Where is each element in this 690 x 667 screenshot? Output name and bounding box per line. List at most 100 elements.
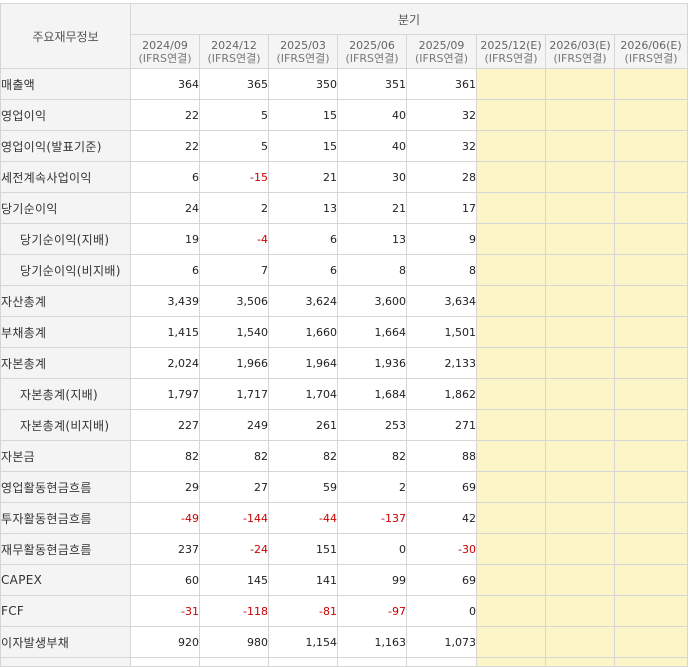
partial-cell	[199, 657, 269, 667]
row-label[interactable]: 자본총계(비지배)	[0, 409, 131, 441]
value-cell: 3,600	[337, 285, 407, 317]
period-date: 2026/03(E)	[549, 38, 611, 52]
row-label[interactable]: FCF	[0, 595, 131, 627]
row-label[interactable]: 당기순이익(지배)	[0, 223, 131, 255]
estimate-cell	[476, 130, 546, 162]
value-cell: 361	[406, 68, 477, 100]
value-cell: 82	[130, 440, 200, 472]
value-cell: 27	[199, 471, 269, 503]
table-row: 영업활동현금흐름 29 27 59 2 69	[0, 471, 689, 503]
value-cell: 2,024	[130, 347, 200, 379]
period-header[interactable]: 2026/03(E) (IFRS연결)	[545, 34, 615, 69]
value-cell: 8	[406, 254, 477, 286]
value-cell: 82	[268, 440, 338, 472]
value-cell: 82	[337, 440, 407, 472]
value-cell: 69	[406, 471, 477, 503]
period-header[interactable]: 2025/03 (IFRS연결)	[268, 34, 338, 69]
value-cell: 1,501	[406, 316, 477, 348]
value-cell: 24	[130, 192, 200, 224]
period-basis: (IFRS연결)	[414, 51, 469, 65]
row-label[interactable]: CAPEX	[0, 564, 131, 596]
value-cell: 0	[337, 533, 407, 565]
period-date: 2025/06	[349, 38, 395, 52]
row-label[interactable]: 당기순이익	[0, 192, 131, 224]
value-cell: 2,133	[406, 347, 477, 379]
table-row: 자산총계 3,439 3,506 3,624 3,600 3,634	[0, 285, 689, 317]
partial-cell	[476, 657, 546, 667]
table-row-partial	[0, 657, 689, 667]
value-cell: 6	[130, 161, 200, 193]
estimate-cell	[545, 68, 615, 100]
estimate-cell	[476, 440, 546, 472]
row-label[interactable]: 부채총계	[0, 316, 131, 348]
estimate-cell	[545, 285, 615, 317]
estimate-cell	[613, 254, 689, 286]
estimate-cell	[613, 161, 689, 193]
value-cell: 29	[130, 471, 200, 503]
estimate-cell	[476, 68, 546, 100]
value-cell: 5	[199, 99, 269, 131]
value-cell: 19	[130, 223, 200, 255]
row-label[interactable]: 이자발생부채	[0, 626, 131, 658]
row-label[interactable]: 영업이익	[0, 99, 131, 131]
estimate-cell	[476, 254, 546, 286]
estimate-cell	[613, 471, 689, 503]
period-header[interactable]: 2025/06 (IFRS연결)	[337, 34, 407, 69]
estimate-cell	[613, 409, 689, 441]
value-cell: 3,439	[130, 285, 200, 317]
value-cell: 1,163	[337, 626, 407, 658]
row-label[interactable]: 자본금	[0, 440, 131, 472]
value-cell: 60	[130, 564, 200, 596]
value-cell: 13	[337, 223, 407, 255]
estimate-cell	[613, 502, 689, 534]
period-header[interactable]: 2024/09 (IFRS연결)	[130, 34, 200, 69]
period-header[interactable]: 2024/12 (IFRS연결)	[199, 34, 269, 69]
value-cell: 920	[130, 626, 200, 658]
row-label[interactable]: 영업이익(발표기준)	[0, 130, 131, 162]
value-cell: 249	[199, 409, 269, 441]
value-cell: 15	[268, 99, 338, 131]
value-cell: 1,936	[337, 347, 407, 379]
value-cell: -31	[130, 595, 200, 627]
value-cell: 1,704	[268, 378, 338, 410]
estimate-cell	[545, 471, 615, 503]
row-label[interactable]: 투자활동현금흐름	[0, 502, 131, 534]
row-label[interactable]: 영업활동현금흐름	[0, 471, 131, 503]
estimate-cell	[476, 99, 546, 131]
value-cell: -97	[337, 595, 407, 627]
table-row: 영업이익(발표기준) 22 5 15 40 32	[0, 130, 689, 162]
table-row: 자본총계(비지배) 227 249 261 253 271	[0, 409, 689, 441]
value-cell: 1,540	[199, 316, 269, 348]
row-label[interactable]: 매출액	[0, 68, 131, 100]
estimate-cell	[476, 595, 546, 627]
row-label[interactable]: 자산총계	[0, 285, 131, 317]
row-label[interactable]: 자본총계	[0, 347, 131, 379]
period-header[interactable]: 2025/12(E) (IFRS연결)	[476, 34, 546, 69]
table-row: 매출액 364 365 350 351 361	[0, 68, 689, 100]
table-body: 매출액 364 365 350 351 361 영업이익 22 5 15 40 32 영업이익(발표기준…	[0, 68, 689, 667]
estimate-cell	[545, 316, 615, 348]
value-cell: 1,966	[199, 347, 269, 379]
estimate-cell	[613, 192, 689, 224]
value-cell: 2	[337, 471, 407, 503]
financial-summary-table: 주요재무정보 분기 2024/09 (IFRS연결) 2024/12 (IFRS연결)…	[0, 2, 689, 667]
table-row: 투자활동현금흐름 -49 -144 -44 -137 42	[0, 502, 689, 534]
period-header[interactable]: 2025/09 (IFRS연결)	[406, 34, 477, 69]
row-label[interactable]: 재무활동현금흐름	[0, 533, 131, 565]
row-label[interactable]: 세전계속사업이익	[0, 161, 131, 193]
value-cell: 22	[130, 99, 200, 131]
table-row: CAPEX 60 145 141 99 69	[0, 564, 689, 596]
estimate-cell	[545, 192, 615, 224]
estimate-cell	[476, 564, 546, 596]
estimate-cell	[545, 595, 615, 627]
row-label[interactable]: 당기순이익(비지배)	[0, 254, 131, 286]
period-date: 2025/03	[280, 38, 326, 52]
partial-cell	[130, 657, 200, 667]
row-label[interactable]: 자본총계(지배)	[0, 378, 131, 410]
table-row: 부채총계 1,415 1,540 1,660 1,664 1,501	[0, 316, 689, 348]
period-header[interactable]: 2026/06(E) (IFRS연결)	[613, 34, 689, 69]
estimate-cell	[613, 223, 689, 255]
value-cell: -81	[268, 595, 338, 627]
table-row: 당기순이익 24 2 13 21 17	[0, 192, 689, 224]
estimate-cell	[545, 440, 615, 472]
